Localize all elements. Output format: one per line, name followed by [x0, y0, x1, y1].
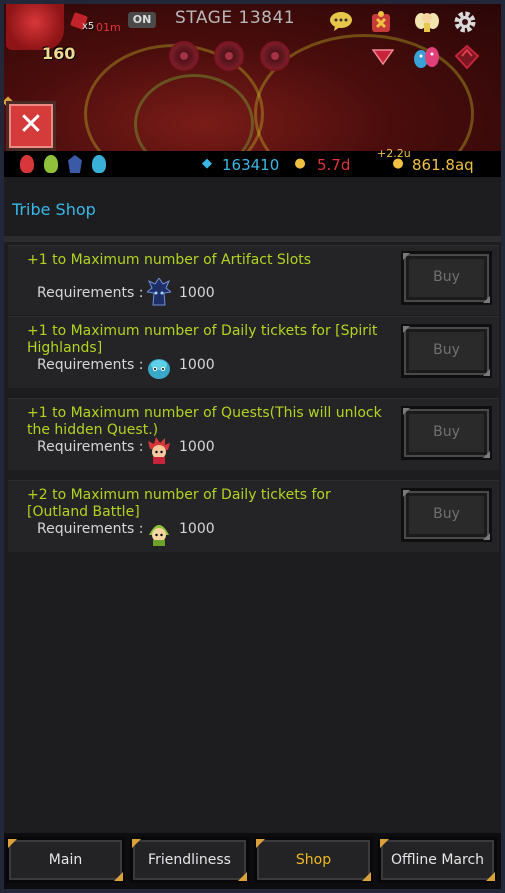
close-icon: ✕ [18, 107, 44, 142]
spiky-blue-hero-icon[interactable] [68, 155, 82, 173]
shop-item-title: +1 to Maximum number of Daily tickets fo… [27, 323, 378, 356]
nav-friendliness[interactable]: Friendliness [130, 837, 249, 883]
shop-item-title: +1 to Maximum number of Artifact Slots [27, 252, 312, 268]
quest-icon[interactable] [368, 10, 394, 36]
panel-divider [4, 236, 501, 242]
pets-icon[interactable] [412, 44, 439, 70]
requirements-label: Requirements : [37, 357, 144, 373]
skill-slot-2[interactable] [214, 41, 244, 71]
skill-slot-1[interactable] [169, 41, 199, 71]
requirement-value: 1000 [179, 521, 215, 537]
nav-main[interactable]: Main [6, 837, 125, 883]
red-gem-icon[interactable] [454, 44, 480, 70]
hero-level: 160 [42, 44, 76, 63]
shop-item-title: +1 to Maximum number of Quests(This will… [27, 405, 382, 438]
blue-blob-tribe-icon [147, 355, 171, 381]
nav-shop[interactable]: Shop [254, 837, 373, 883]
blue-blob-hero-icon[interactable] [92, 155, 106, 173]
buy-button[interactable]: Buy [401, 324, 492, 378]
gems-count: 163410 [222, 156, 280, 174]
game-scene: 160 x5 01m ON STAGE 13841 ✕ [4, 4, 501, 175]
requirements-label: Requirements : [37, 285, 144, 301]
requirements-label: Requirements : [37, 439, 144, 455]
spiky-blue-tribe-icon [145, 277, 173, 306]
green-hood-hero-icon[interactable] [44, 155, 58, 173]
fairy-icon[interactable] [414, 9, 440, 35]
requirement-value: 1000 [179, 439, 215, 455]
shop-item-title: +2 to Maximum number of Daily tickets fo… [27, 487, 331, 520]
speed-timer: 01m [96, 21, 121, 34]
gem-icon: ◆ [202, 156, 212, 171]
game-window: 160 x5 01m ON STAGE 13841 ✕ ◆ 163410 ● 5… [4, 4, 501, 889]
red-hair-hero-icon[interactable] [20, 155, 34, 173]
speed-multiplier: x5 [82, 21, 95, 32]
stage-label: STAGE 13841 [175, 8, 296, 28]
medal-icon: ● [294, 156, 306, 171]
chat-icon[interactable] [328, 10, 354, 36]
panel-title: Tribe Shop [12, 200, 96, 219]
requirements-label: Requirements : [37, 521, 144, 537]
nav-offline-march[interactable]: Offline March [378, 837, 497, 883]
resource-bar: ◆ 163410 ● 5.7d ● 861.8aq [4, 151, 501, 177]
red-hair-tribe-icon [147, 437, 171, 464]
bottom-nav: Main Friendliness Shop Offline March [4, 833, 501, 889]
gear-icon[interactable] [452, 10, 478, 36]
skill-slot-3[interactable] [260, 41, 290, 71]
gold-rate: +2.2u [377, 147, 411, 160]
buy-button[interactable]: Buy [401, 488, 492, 542]
buy-button[interactable]: Buy [401, 251, 492, 305]
requirement-value: 1000 [179, 357, 215, 373]
buy-button[interactable]: Buy [401, 406, 492, 460]
close-button[interactable]: ✕ [6, 101, 56, 151]
dropdown-arrow-icon[interactable] [370, 46, 396, 72]
requirement-value: 1000 [179, 285, 215, 301]
medals-count: 5.7d [317, 156, 351, 174]
auto-toggle[interactable]: ON [128, 12, 156, 28]
gold-count: 861.8aq [412, 156, 474, 174]
green-hood-tribe-icon [147, 519, 171, 546]
